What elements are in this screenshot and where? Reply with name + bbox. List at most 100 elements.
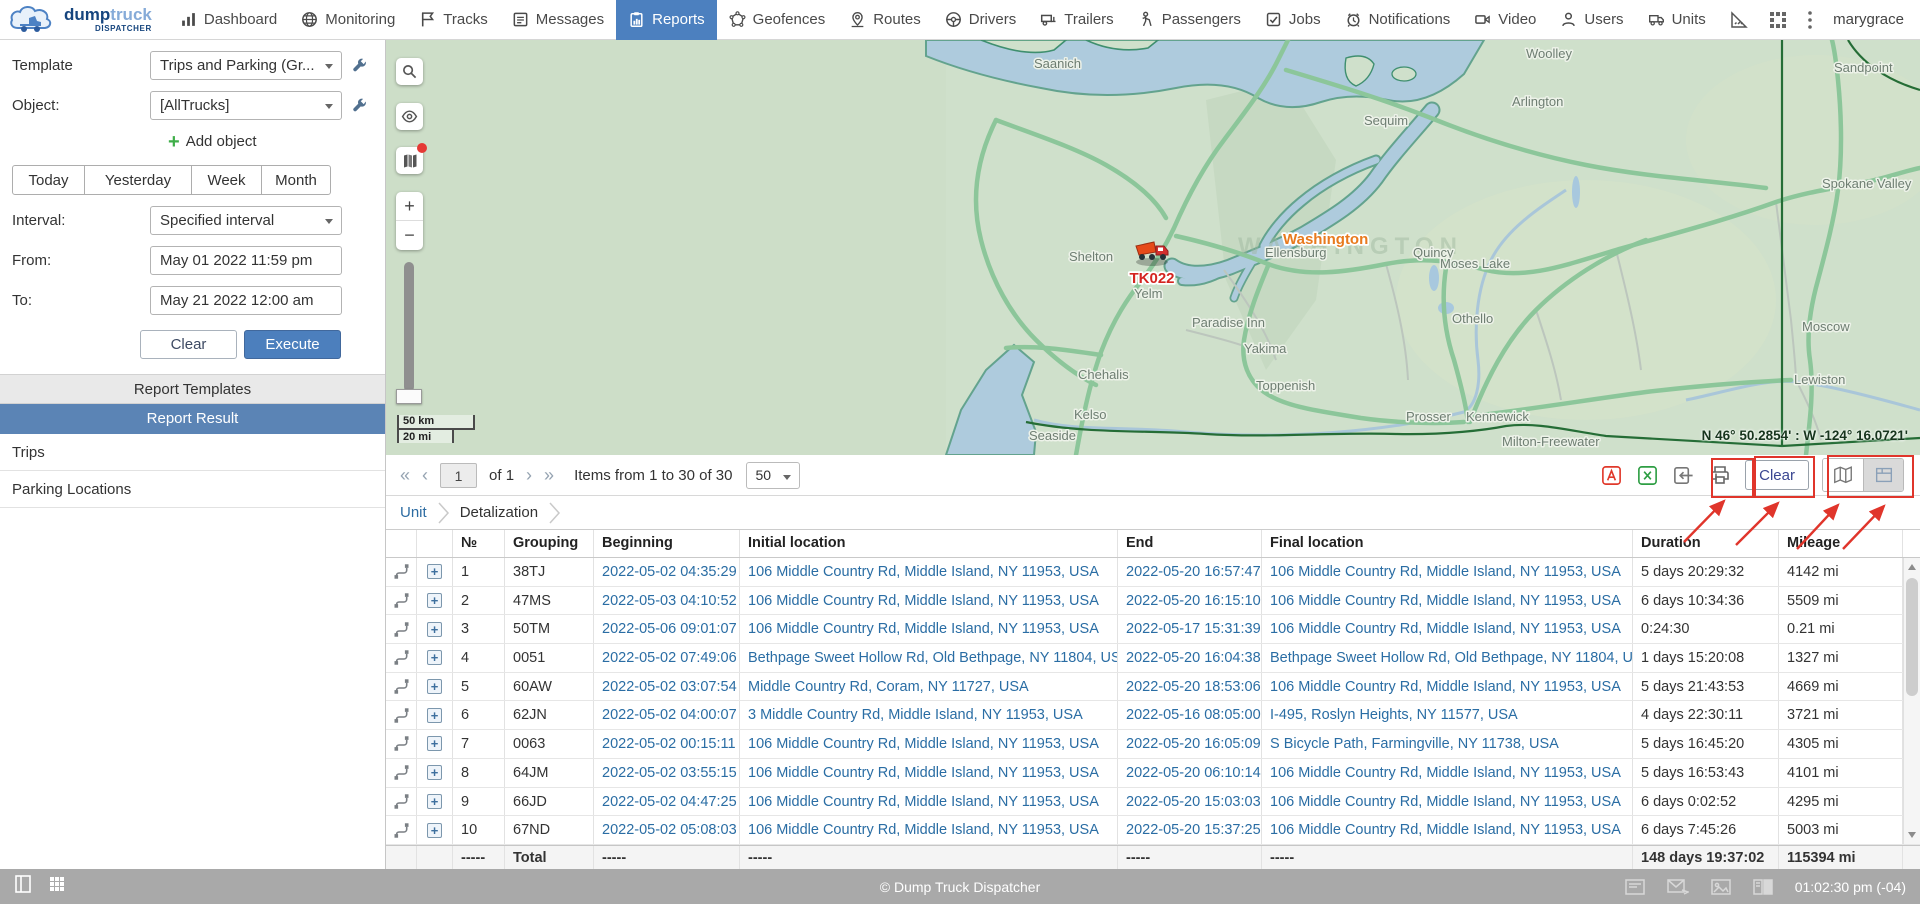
nav-item-geofences[interactable]: Geofences	[717, 0, 838, 40]
report-templates-section[interactable]: Report Templates	[0, 374, 385, 404]
table-cell[interactable]: 2022-05-20 16:04:38	[1118, 644, 1262, 672]
table-cell[interactable]: 2022-05-02 04:35:29	[594, 558, 740, 586]
template-select[interactable]: Trips and Parking (Gr...	[150, 51, 342, 80]
table-cell[interactable]: 106 Middle Country Rd, Middle Island, NY…	[740, 615, 1118, 643]
table-cell[interactable]: Middle Country Rd, Coram, NY 11727, USA	[740, 673, 1118, 701]
show-track-icon[interactable]	[386, 759, 417, 787]
export-excel-icon[interactable]	[1636, 464, 1659, 487]
nav-item-dashboard[interactable]: Dashboard	[168, 0, 289, 40]
zoom-in-button[interactable]: +	[396, 192, 423, 221]
first-page-button[interactable]: «	[400, 466, 410, 484]
table-cell[interactable]: 2022-05-17 15:31:39	[1118, 615, 1262, 643]
clear-report-button[interactable]: Clear	[1745, 460, 1809, 490]
scrollbar-thumb[interactable]	[1906, 578, 1918, 696]
table-cell[interactable]: 2022-05-20 16:57:47	[1118, 558, 1262, 586]
nav-item-jobs[interactable]: Jobs	[1253, 0, 1333, 40]
show-track-icon[interactable]	[386, 816, 417, 844]
table-cell[interactable]: 106 Middle Country Rd, Middle Island, NY…	[1262, 558, 1633, 586]
table-cell[interactable]: 2022-05-20 16:15:10	[1118, 587, 1262, 615]
table-cell[interactable]: S Bicycle Path, Farmingville, NY 11738, …	[1262, 730, 1633, 758]
kebab-menu-icon[interactable]	[1807, 10, 1813, 30]
table-cell[interactable]: 2022-05-06 09:01:07	[594, 615, 740, 643]
template-settings-wrench-icon[interactable]	[351, 57, 368, 74]
nav-item-video[interactable]: Video	[1462, 0, 1548, 40]
expand-row-icon[interactable]: +	[417, 587, 453, 615]
show-track-icon[interactable]	[386, 701, 417, 729]
table-cell[interactable]: 106 Middle Country Rd, Middle Island, NY…	[740, 816, 1118, 844]
nav-item-monitoring[interactable]: Monitoring	[289, 0, 407, 40]
nav-item-units[interactable]: Units	[1636, 0, 1718, 40]
table-cell[interactable]: Bethpage Sweet Hollow Rd, Old Bethpage, …	[740, 644, 1118, 672]
report-result-section[interactable]: Report Result	[0, 404, 385, 434]
table-cell[interactable]: 2022-05-20 16:05:09	[1118, 730, 1262, 758]
nav-item-tracks[interactable]: Tracks	[407, 0, 499, 40]
expand-row-icon[interactable]: +	[417, 701, 453, 729]
map-layers-button[interactable]	[396, 147, 423, 174]
notes-icon[interactable]	[1625, 879, 1645, 895]
show-track-icon[interactable]	[386, 644, 417, 672]
range-button-yesterday[interactable]: Yesterday	[84, 165, 192, 195]
table-cell[interactable]: 106 Middle Country Rd, Middle Island, NY…	[1262, 788, 1633, 816]
object-select[interactable]: [AllTrucks]	[150, 91, 342, 120]
table-cell[interactable]: 106 Middle Country Rd, Middle Island, NY…	[1262, 816, 1633, 844]
object-settings-wrench-icon[interactable]	[351, 97, 368, 114]
range-button-week[interactable]: Week	[191, 165, 262, 195]
expand-row-icon[interactable]: +	[417, 644, 453, 672]
send-mail-icon[interactable]	[1667, 879, 1689, 895]
table-cell[interactable]: 2022-05-02 07:49:06	[594, 644, 740, 672]
table-cell[interactable]: 106 Middle Country Rd, Middle Island, NY…	[740, 587, 1118, 615]
expand-row-icon[interactable]: +	[417, 759, 453, 787]
scroll-up-icon[interactable]	[1908, 564, 1916, 570]
zoom-out-button[interactable]: −	[396, 221, 423, 250]
table-cell[interactable]: 2022-05-02 05:08:03	[594, 816, 740, 844]
table-cell[interactable]: 2022-05-02 04:00:07	[594, 701, 740, 729]
show-track-icon[interactable]	[386, 558, 417, 586]
image-icon[interactable]	[1711, 879, 1731, 895]
next-page-button[interactable]: ›	[526, 466, 532, 484]
range-button-today[interactable]: Today	[12, 165, 85, 195]
expand-row-icon[interactable]: +	[417, 816, 453, 844]
nav-item-routes[interactable]: Routes	[837, 0, 933, 40]
table-cell[interactable]: 2022-05-20 15:37:25	[1118, 816, 1262, 844]
table-cell[interactable]: 2022-05-02 03:07:54	[594, 673, 740, 701]
table-scrollbar[interactable]	[1903, 558, 1920, 844]
nav-item-users[interactable]: Users	[1548, 0, 1635, 40]
table-cell[interactable]: 106 Middle Country Rd, Middle Island, NY…	[740, 558, 1118, 586]
to-date-input[interactable]: May 21 2022 12:00 am	[150, 286, 342, 315]
interval-select[interactable]: Specified interval	[150, 206, 342, 235]
show-track-icon[interactable]	[386, 587, 417, 615]
sidebar-toggle-icon[interactable]	[14, 874, 32, 899]
table-cell[interactable]: 106 Middle Country Rd, Middle Island, NY…	[740, 788, 1118, 816]
result-item-trips[interactable]: Trips	[0, 434, 385, 471]
table-cell[interactable]: 2022-05-20 06:10:14	[1118, 759, 1262, 787]
nav-item-reports[interactable]: Reports	[616, 0, 717, 40]
table-cell[interactable]: 106 Middle Country Rd, Middle Island, NY…	[1262, 615, 1633, 643]
grid-toggle-icon[interactable]	[48, 875, 66, 898]
print-icon[interactable]	[1708, 463, 1732, 487]
map-visibility-button[interactable]	[396, 103, 423, 130]
table-cell[interactable]: 106 Middle Country Rd, Middle Island, NY…	[1262, 759, 1633, 787]
table-cell[interactable]: Bethpage Sweet Hollow Rd, Old Bethpage, …	[1262, 644, 1633, 672]
apps-grid-icon[interactable]	[1769, 11, 1787, 29]
split-view-toggle-icon[interactable]	[1863, 459, 1903, 491]
expand-row-icon[interactable]: +	[417, 615, 453, 643]
table-cell[interactable]: 2022-05-02 03:55:15	[594, 759, 740, 787]
table-cell[interactable]: 106 Middle Country Rd, Middle Island, NY…	[740, 759, 1118, 787]
range-button-month[interactable]: Month	[261, 165, 331, 195]
clear-form-button[interactable]: Clear	[140, 330, 237, 359]
nav-item-drivers[interactable]: Drivers	[933, 0, 1029, 40]
page-number-input[interactable]: 1	[440, 463, 477, 488]
table-cell[interactable]: 106 Middle Country Rd, Middle Island, NY…	[740, 730, 1118, 758]
page-size-select[interactable]: 50	[746, 462, 800, 489]
table-cell[interactable]: I-495, Roslyn Heights, NY 11577, USA	[1262, 701, 1633, 729]
add-object-button[interactable]: + Add object	[168, 133, 385, 150]
show-track-icon[interactable]	[386, 730, 417, 758]
prev-page-button[interactable]: ‹	[422, 466, 428, 484]
table-cell[interactable]: 2022-05-20 15:03:03	[1118, 788, 1262, 816]
breadcrumb-unit-link[interactable]: Unit	[400, 504, 427, 521]
scroll-down-icon[interactable]	[1908, 832, 1916, 838]
map-canvas[interactable]: WASHINGTON SaanichWoolleyArlingtonSequim…	[386, 40, 1920, 455]
username[interactable]: marygrace	[1833, 11, 1904, 28]
last-page-button[interactable]: »	[544, 466, 554, 484]
nav-item-trailers[interactable]: Trailers	[1028, 0, 1125, 40]
